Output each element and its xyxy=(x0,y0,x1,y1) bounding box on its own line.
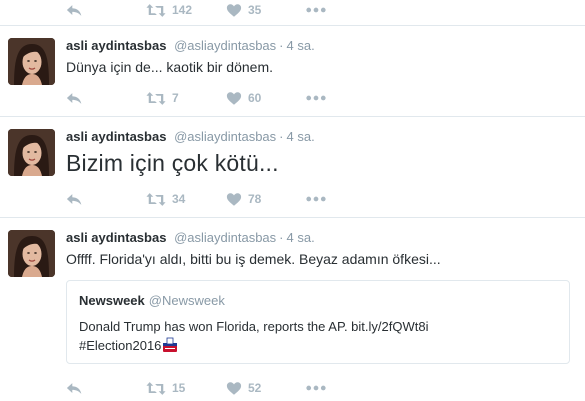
reply-button[interactable] xyxy=(66,378,84,398)
heart-icon xyxy=(226,192,242,207)
tweet-text: Offff. Florida'yı aldı, bitti bu iş deme… xyxy=(66,251,441,267)
like-button[interactable]: 78 xyxy=(226,189,261,209)
heart-icon xyxy=(226,3,242,18)
quoted-text-line1: Donald Trump has won Florida, reports th… xyxy=(79,319,429,334)
avatar[interactable] xyxy=(8,38,55,85)
timestamp[interactable]: 4 sa. xyxy=(287,129,315,144)
retweet-count: 7 xyxy=(172,91,179,105)
tweet-actions: 7 60 xyxy=(66,88,346,108)
more-button[interactable] xyxy=(306,189,326,209)
quoted-hashtag[interactable]: #Election2016 xyxy=(79,338,161,353)
ballot-box-icon xyxy=(162,337,178,353)
tweet-header: asli aydintasbas @asliaydintasbas · 4 sa. xyxy=(66,129,315,145)
more-dots-icon xyxy=(306,385,326,391)
timeline: 142 35 asli aydintasbas @asliaydintasbas… xyxy=(0,0,585,401)
tweet-header: asli aydintasbas @asliaydintasbas · 4 sa. xyxy=(66,38,315,54)
fullname[interactable]: asli aydintasbas xyxy=(66,129,166,144)
reply-button[interactable] xyxy=(66,189,84,209)
like-button[interactable]: 35 xyxy=(226,0,261,20)
tweet[interactable]: asli aydintasbas @asliaydintasbas · 4 sa. … xyxy=(0,117,585,218)
tweet[interactable]: asli aydintasbas @asliaydintasbas · 4 sa. … xyxy=(0,26,585,117)
tweet-text: Bizim için çok kötü... xyxy=(66,150,279,176)
timestamp[interactable]: 4 sa. xyxy=(287,230,315,245)
tweet-actions: 142 35 xyxy=(66,0,346,20)
retweet-count: 34 xyxy=(172,192,186,206)
retweet-icon xyxy=(146,91,166,106)
reply-icon xyxy=(66,381,84,396)
separator-dot: · xyxy=(279,129,284,144)
more-dots-icon xyxy=(306,196,326,202)
tweet-partial[interactable]: 142 35 xyxy=(0,0,585,26)
username[interactable]: @asliaydintasbas xyxy=(174,129,276,144)
like-button[interactable]: 52 xyxy=(226,378,261,398)
separator-dot: · xyxy=(279,230,284,245)
reply-icon xyxy=(66,192,84,207)
retweet-count: 15 xyxy=(172,381,186,395)
heart-icon xyxy=(226,381,242,396)
more-dots-icon xyxy=(306,7,326,13)
more-button[interactable] xyxy=(306,88,326,108)
reply-icon xyxy=(66,91,84,106)
retweet-icon xyxy=(146,192,166,207)
like-count: 78 xyxy=(248,192,262,206)
quoted-username: @Newsweek xyxy=(148,293,225,308)
username[interactable]: @asliaydintasbas xyxy=(174,38,276,53)
reply-icon xyxy=(66,3,84,18)
retweet-icon xyxy=(146,381,166,396)
fullname[interactable]: asli aydintasbas xyxy=(66,38,166,53)
more-button[interactable] xyxy=(306,0,326,20)
avatar[interactable] xyxy=(8,230,55,277)
quoted-fullname: Newsweek xyxy=(79,293,145,308)
separator-dot: · xyxy=(279,38,284,53)
more-dots-icon xyxy=(306,95,326,101)
like-count: 60 xyxy=(248,91,262,105)
like-button[interactable]: 60 xyxy=(226,88,261,108)
tweet[interactable]: asli aydintasbas @asliaydintasbas · 4 sa. … xyxy=(0,218,585,401)
retweet-count: 142 xyxy=(172,3,193,17)
heart-icon xyxy=(226,91,242,106)
quoted-tweet-text: Donald Trump has won Florida, reports th… xyxy=(79,317,549,355)
tweet-actions: 15 52 xyxy=(66,378,346,398)
like-count: 35 xyxy=(248,3,262,17)
quoted-tweet[interactable]: Newsweek @Newsweek Donald Trump has won F… xyxy=(66,280,570,364)
fullname[interactable]: asli aydintasbas xyxy=(66,230,166,245)
more-button[interactable] xyxy=(306,378,326,398)
retweet-icon xyxy=(146,3,166,18)
like-count: 52 xyxy=(248,381,262,395)
retweet-button[interactable]: 34 xyxy=(146,189,185,209)
tweet-text: Dünya için de... kaotik bir dönem. xyxy=(66,59,273,75)
username[interactable]: @asliaydintasbas xyxy=(174,230,276,245)
tweet-actions: 34 78 xyxy=(66,189,346,209)
retweet-button[interactable]: 142 xyxy=(146,0,192,20)
tweet-header: asli aydintasbas @asliaydintasbas · 4 sa. xyxy=(66,230,315,246)
retweet-button[interactable]: 7 xyxy=(146,88,179,108)
timestamp[interactable]: 4 sa. xyxy=(287,38,315,53)
retweet-button[interactable]: 15 xyxy=(146,378,185,398)
reply-button[interactable] xyxy=(66,0,84,20)
avatar[interactable] xyxy=(8,129,55,176)
reply-button[interactable] xyxy=(66,88,84,108)
quoted-tweet-header: Newsweek @Newsweek xyxy=(79,293,225,308)
